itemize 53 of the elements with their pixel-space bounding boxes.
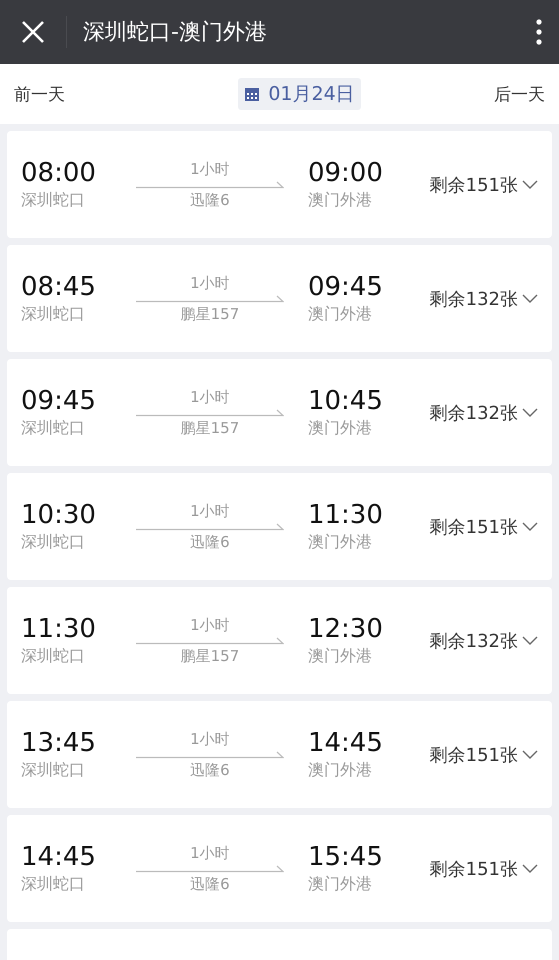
arrival-port: 澳门外港 (308, 760, 372, 781)
vessel-name: 迅隆6 (190, 874, 230, 894)
departure-time: 08:45 (21, 272, 96, 302)
duration-label: 1小时 (190, 160, 230, 178)
tickets-dropdown[interactable]: 剩余132张 (430, 628, 538, 652)
vessel-name: 迅隆6 (190, 532, 230, 552)
page-title: 深圳蛇口-澳门外港 (83, 19, 268, 47)
vessel-name: 鹏星157 (180, 418, 240, 438)
arrival-time: 15:45 (308, 842, 383, 872)
departure-time: 10:30 (21, 500, 96, 530)
tickets-dropdown[interactable]: 剩余151张 (430, 742, 538, 766)
duration-label: 1小时 (190, 844, 230, 862)
arrival-time: 09:45 (308, 272, 383, 302)
departure-time: 08:00 (21, 158, 96, 188)
arrival-port: 澳门外港 (308, 532, 372, 553)
departure-port: 深圳蛇口 (21, 760, 85, 781)
departure-port: 深圳蛇口 (21, 874, 85, 895)
vessel-name: 迅隆6 (190, 190, 230, 210)
arrival-time: 14:45 (308, 728, 383, 758)
arrival-port: 澳门外港 (308, 646, 372, 667)
tickets-dropdown[interactable]: 剩余151张 (430, 172, 538, 196)
arrival-port: 澳门外港 (308, 304, 372, 325)
vessel-name: 迅隆6 (190, 760, 230, 780)
arrival-time: 09:00 (308, 158, 383, 188)
duration-label: 1小时 (190, 502, 230, 520)
departure-port: 深圳蛇口 (21, 304, 85, 325)
tickets-dropdown[interactable]: 剩余151张 (430, 856, 538, 880)
previous-day-link[interactable]: 前一天 (14, 82, 65, 106)
tickets-dropdown[interactable]: 剩余151张 (430, 514, 538, 538)
departure-port: 深圳蛇口 (21, 190, 85, 211)
arrival-port: 澳门外港 (308, 418, 372, 439)
next-day-link[interactable]: 后一天 (494, 82, 545, 106)
departure-time: 09:45 (21, 386, 96, 416)
arrival-port: 澳门外港 (308, 190, 372, 211)
date-button[interactable]: 01月24日 (238, 78, 361, 110)
duration-label: 1小时 (190, 388, 230, 406)
arrival-time: 12:30 (308, 614, 383, 644)
arrival-port: 澳门外港 (308, 874, 372, 895)
tickets-dropdown[interactable]: 剩余132张 (430, 286, 538, 310)
departure-port: 深圳蛇口 (21, 646, 85, 667)
departure-time: 11:30 (21, 614, 96, 644)
departure-port: 深圳蛇口 (21, 418, 85, 439)
departure-time: 13:45 (21, 728, 96, 758)
duration-label: 1小时 (190, 730, 230, 748)
vessel-name: 鹏星157 (180, 304, 240, 324)
arrival-time: 10:45 (308, 386, 383, 416)
departure-port: 深圳蛇口 (21, 532, 85, 553)
tickets-dropdown[interactable]: 剩余132张 (430, 400, 538, 424)
departure-time: 14:45 (21, 842, 96, 872)
duration-label: 1小时 (190, 274, 230, 292)
arrival-time: 11:30 (308, 500, 383, 530)
duration-label: 1小时 (190, 616, 230, 634)
vessel-name: 鹏星157 (180, 646, 240, 666)
